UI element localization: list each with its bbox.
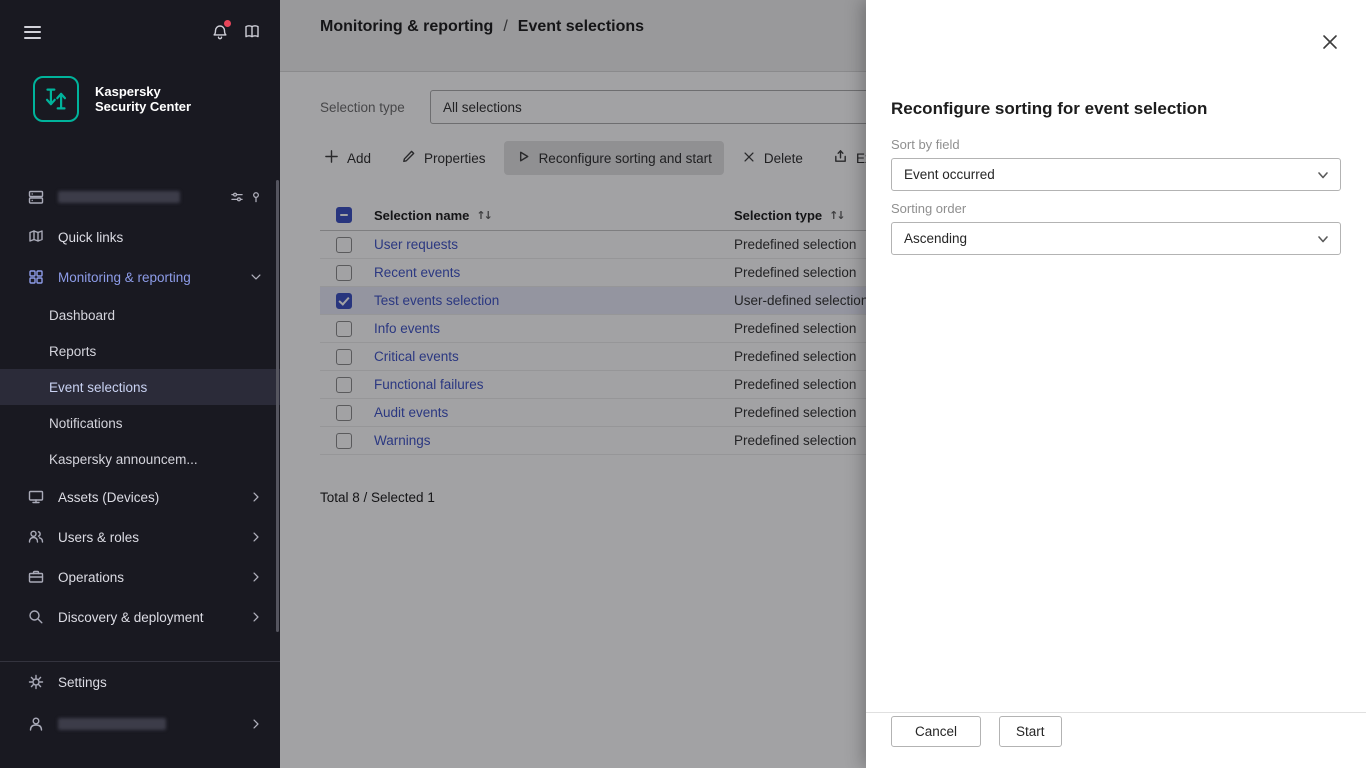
user-name-redacted <box>58 718 166 730</box>
sliders-icon[interactable] <box>230 190 244 204</box>
sidebar-item-announcements[interactable]: Kaspersky announcem... <box>0 441 280 477</box>
sidebar-item-label: Discovery & deployment <box>58 610 204 625</box>
server-icon <box>27 188 45 206</box>
sidebar-item-assets[interactable]: Assets (Devices) <box>0 477 280 517</box>
chevron-right-icon <box>249 530 263 544</box>
chevron-down-icon <box>1316 168 1330 182</box>
sidebar: Kaspersky Security Center <box>0 0 280 768</box>
logo-title: Kaspersky <box>95 84 191 99</box>
sidebar-top-bar <box>0 0 280 64</box>
drawer-title: Reconfigure sorting for event selection <box>891 99 1207 119</box>
kaspersky-logo-icon <box>33 76 79 122</box>
sidebar-item-label: Users & roles <box>58 530 139 545</box>
sidebar-item-label: Monitoring & reporting <box>58 270 191 285</box>
sidebar-item-operations[interactable]: Operations <box>0 557 280 597</box>
documentation-book-icon[interactable] <box>243 23 261 41</box>
sidebar-nav: Quick links Monitoring & reporting Dashb… <box>0 177 280 702</box>
sidebar-scrollbar[interactable] <box>276 180 279 632</box>
app-window: Kaspersky Security Center <box>0 0 1366 768</box>
sort-by-field-label: Sort by field <box>891 137 960 152</box>
server-name-redacted <box>58 191 180 203</box>
sidebar-item-event-selections[interactable]: Event selections <box>0 369 280 405</box>
notification-badge <box>224 20 231 27</box>
monitor-icon <box>27 488 45 506</box>
grid-icon <box>27 268 45 286</box>
person-icon <box>27 715 45 733</box>
search-icon <box>27 608 45 626</box>
briefcase-icon <box>27 568 45 586</box>
sidebar-item-users-roles[interactable]: Users & roles <box>0 517 280 557</box>
app-logo: Kaspersky Security Center <box>0 64 280 122</box>
sidebar-item-dashboard[interactable]: Dashboard <box>0 297 280 333</box>
chevron-right-icon <box>249 717 263 731</box>
sidebar-item-settings[interactable]: Settings <box>0 662 280 702</box>
sort-by-field-dropdown[interactable]: Event occurred <box>891 158 1341 191</box>
menu-icon[interactable] <box>24 26 41 39</box>
cancel-button[interactable]: Cancel <box>891 716 981 747</box>
users-icon <box>27 528 45 546</box>
map-icon <box>27 228 45 246</box>
chevron-right-icon <box>249 610 263 624</box>
sidebar-item-server[interactable] <box>0 177 280 217</box>
sorting-order-dropdown[interactable]: Ascending <box>891 222 1341 255</box>
close-icon[interactable] <box>1320 32 1340 52</box>
pin-icon[interactable] <box>249 190 263 204</box>
logo-subtitle: Security Center <box>95 99 191 114</box>
drawer-footer: Cancel Start <box>866 712 1366 768</box>
notifications-bell-icon[interactable] <box>211 23 229 41</box>
chevron-down-icon <box>1316 232 1330 246</box>
chevron-right-icon <box>249 570 263 584</box>
sidebar-item-current-user[interactable] <box>0 704 280 744</box>
sidebar-item-label: Assets (Devices) <box>58 490 159 505</box>
sidebar-item-discovery[interactable]: Discovery & deployment <box>0 597 280 637</box>
sorting-order-label: Sorting order <box>891 201 966 216</box>
sidebar-item-label: Quick links <box>58 230 123 245</box>
chevron-right-icon <box>249 490 263 504</box>
sidebar-item-label: Settings <box>58 675 107 690</box>
sidebar-item-notifications[interactable]: Notifications <box>0 405 280 441</box>
sidebar-item-reports[interactable]: Reports <box>0 333 280 369</box>
reconfigure-sorting-drawer: Reconfigure sorting for event selection … <box>866 0 1366 768</box>
gear-icon <box>27 673 45 691</box>
start-button[interactable]: Start <box>999 716 1062 747</box>
sidebar-item-quick-links[interactable]: Quick links <box>0 217 280 257</box>
chevron-down-icon <box>249 270 263 284</box>
sidebar-item-label: Operations <box>58 570 124 585</box>
sorting-order-value: Ascending <box>904 231 967 246</box>
sidebar-item-monitoring[interactable]: Monitoring & reporting <box>0 257 280 297</box>
sort-by-field-value: Event occurred <box>904 167 995 182</box>
